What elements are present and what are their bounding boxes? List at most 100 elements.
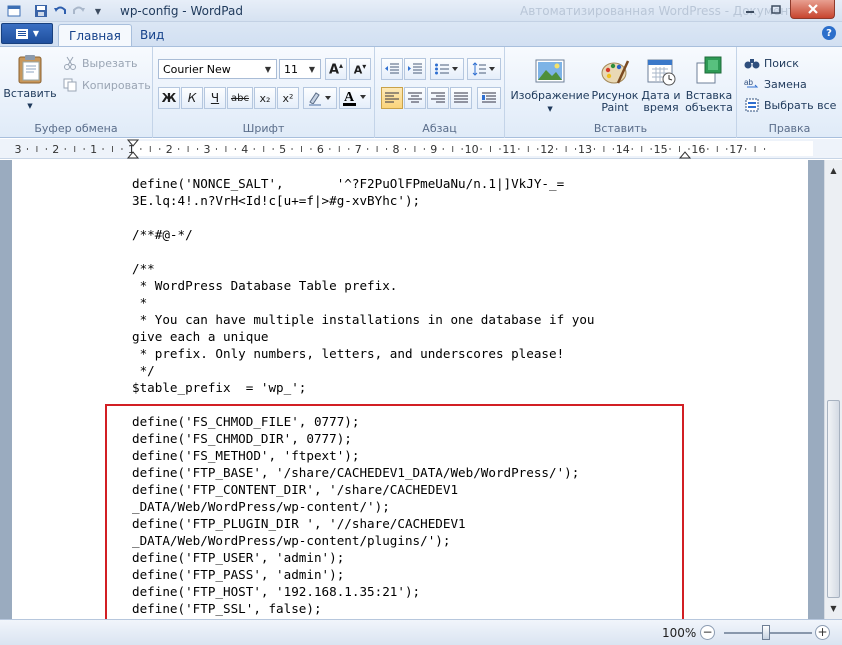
title-bar: ▼ wp-config - WordPad Автоматизированная…	[0, 0, 842, 22]
superscript-button[interactable]: x²	[277, 87, 299, 109]
group-insert: Изображение ▼ Рисунок Paint Дата и время…	[505, 47, 737, 138]
document-line: define('NONCE_SALT', '^?F2PuOlFPmeUaNu/n…	[132, 176, 565, 191]
ruler-label: 14	[616, 143, 630, 156]
paragraph-group-label: Абзац	[422, 122, 457, 135]
shrink-font-icon: A▾	[353, 61, 367, 77]
paint-drawing-button[interactable]: Рисунок Paint	[591, 55, 639, 114]
tab-view[interactable]: Вид	[130, 24, 174, 46]
font-family-select[interactable]: Courier New ▼	[158, 59, 277, 79]
copy-label: Копировать	[82, 78, 151, 92]
zoom-out-button[interactable]: −	[700, 625, 715, 640]
scroll-thumb[interactable]	[827, 400, 840, 598]
ruler[interactable]: 3 2 1 1 2 3 4 5 6 7 8 9 10 11 12 13 14 15 16 17	[0, 139, 842, 159]
justify-button[interactable]	[450, 87, 472, 109]
minimize-button[interactable]	[736, 0, 763, 19]
zoom-in-button[interactable]: +	[815, 625, 830, 640]
paint-palette-icon	[601, 60, 630, 84]
paste-button[interactable]: Вставить ▼	[3, 53, 57, 112]
ruler-label: 13	[578, 143, 592, 156]
group-paragraph: Абзац	[375, 47, 505, 138]
line-spacing-icon	[472, 62, 495, 76]
font-family-value: Courier New	[163, 63, 231, 76]
document-line: * WordPress Database Table prefix.	[132, 278, 398, 293]
scroll-up-icon[interactable]: ▲	[825, 162, 842, 179]
align-right-icon	[431, 92, 445, 103]
decrease-indent-button[interactable]	[381, 58, 403, 80]
clipboard-group-label: Буфер обмена	[34, 122, 118, 135]
window-title: wp-config - WordPad	[120, 4, 243, 18]
font-size-select[interactable]: 11 ▼	[279, 59, 321, 79]
insert-image-button[interactable]: Изображение ▼	[510, 55, 590, 115]
ruler-label: 1	[90, 143, 97, 156]
zoom-slider-thumb[interactable]	[762, 625, 770, 640]
text-color-button[interactable]: A	[339, 87, 371, 109]
highlight-button[interactable]	[303, 87, 337, 109]
customize-qat-icon[interactable]: ▼	[90, 3, 106, 19]
ruler-label: 6	[317, 143, 324, 156]
select-all-label: Выбрать все	[764, 98, 837, 112]
bullet-list-icon	[435, 63, 458, 75]
document-page[interactable]: define('NONCE_SALT', '^?F2PuOlFPmeUaNu/n…	[12, 160, 808, 619]
image-icon	[535, 59, 565, 83]
help-icon[interactable]: ?	[822, 26, 836, 40]
app-icon[interactable]	[6, 3, 22, 19]
undo-icon[interactable]	[52, 3, 68, 19]
insert-object-icon	[696, 56, 722, 84]
align-center-icon	[408, 92, 422, 103]
font-size-value: 11	[284, 63, 298, 76]
find-button[interactable]: Поиск	[744, 55, 799, 71]
maximize-button[interactable]	[763, 0, 789, 19]
tab-home[interactable]: Главная	[58, 24, 132, 46]
date-time-button[interactable]: Дата и время	[639, 55, 683, 114]
copy-button[interactable]: Копировать	[62, 77, 151, 93]
bullets-button[interactable]	[430, 58, 464, 80]
vertical-scrollbar[interactable]: ▲ ▼	[824, 160, 842, 619]
editing-group-label: Правка	[768, 122, 811, 135]
shrink-font-button[interactable]: A▾	[349, 58, 371, 80]
app-menu-button[interactable]: ▼	[1, 23, 53, 44]
line-spacing-button[interactable]	[467, 58, 501, 80]
close-button[interactable]	[790, 0, 835, 19]
select-all-button[interactable]: Выбрать все	[744, 97, 836, 113]
chevron-down-icon: ▼	[32, 29, 40, 38]
increase-indent-button[interactable]	[404, 58, 426, 80]
document-line: /**	[132, 261, 155, 276]
group-clipboard: Вставить ▼ Вырезать Копировать Буфер обм…	[0, 47, 153, 138]
highlight-box	[105, 404, 684, 619]
bold-button[interactable]: Ж	[158, 87, 180, 109]
replace-icon: ab	[744, 76, 760, 92]
document-line: 3E.lq:4!.n?VrH<Id!c[u+=f|>#g-xvBYhc');	[132, 193, 421, 208]
italic-button[interactable]: К	[181, 87, 203, 109]
save-icon[interactable]	[33, 3, 49, 19]
document-line: /**#@-*/	[132, 227, 193, 242]
replace-button[interactable]: ab Замена	[744, 76, 807, 92]
document-line: * prefix. Only numbers, letters, and und…	[132, 346, 565, 361]
underline-button[interactable]: Ч	[204, 87, 226, 109]
align-center-button[interactable]	[404, 87, 426, 109]
zoom-level: 100%	[662, 626, 697, 640]
object-label-2: объекта	[685, 101, 733, 114]
strikethrough-button[interactable]: abc	[227, 87, 253, 109]
align-left-icon	[385, 92, 399, 103]
align-left-button[interactable]	[381, 87, 403, 109]
ruler-label: 3	[204, 143, 211, 156]
ruler-label: 10	[465, 143, 479, 156]
find-label: Поиск	[764, 56, 799, 70]
insert-object-button[interactable]: Вставка объекта	[683, 55, 735, 114]
grow-font-button[interactable]: A▴	[325, 58, 347, 80]
cut-button[interactable]: Вырезать	[62, 55, 137, 71]
align-right-button[interactable]	[427, 87, 449, 109]
paragraph-icon	[482, 92, 496, 103]
ruler-label: 11	[502, 143, 516, 156]
redo-icon[interactable]	[71, 3, 87, 19]
replace-label: Замена	[764, 77, 807, 91]
copy-icon	[62, 77, 78, 93]
paint-label-2: Paint	[601, 101, 629, 114]
paragraph-dialog-button[interactable]	[477, 87, 501, 109]
ruler-label: 3	[15, 143, 22, 156]
subscript-button[interactable]: x₂	[254, 87, 276, 109]
font-color-icon: A	[343, 90, 366, 106]
ruler-label: 2	[166, 143, 173, 156]
scroll-down-icon[interactable]: ▼	[825, 600, 842, 617]
